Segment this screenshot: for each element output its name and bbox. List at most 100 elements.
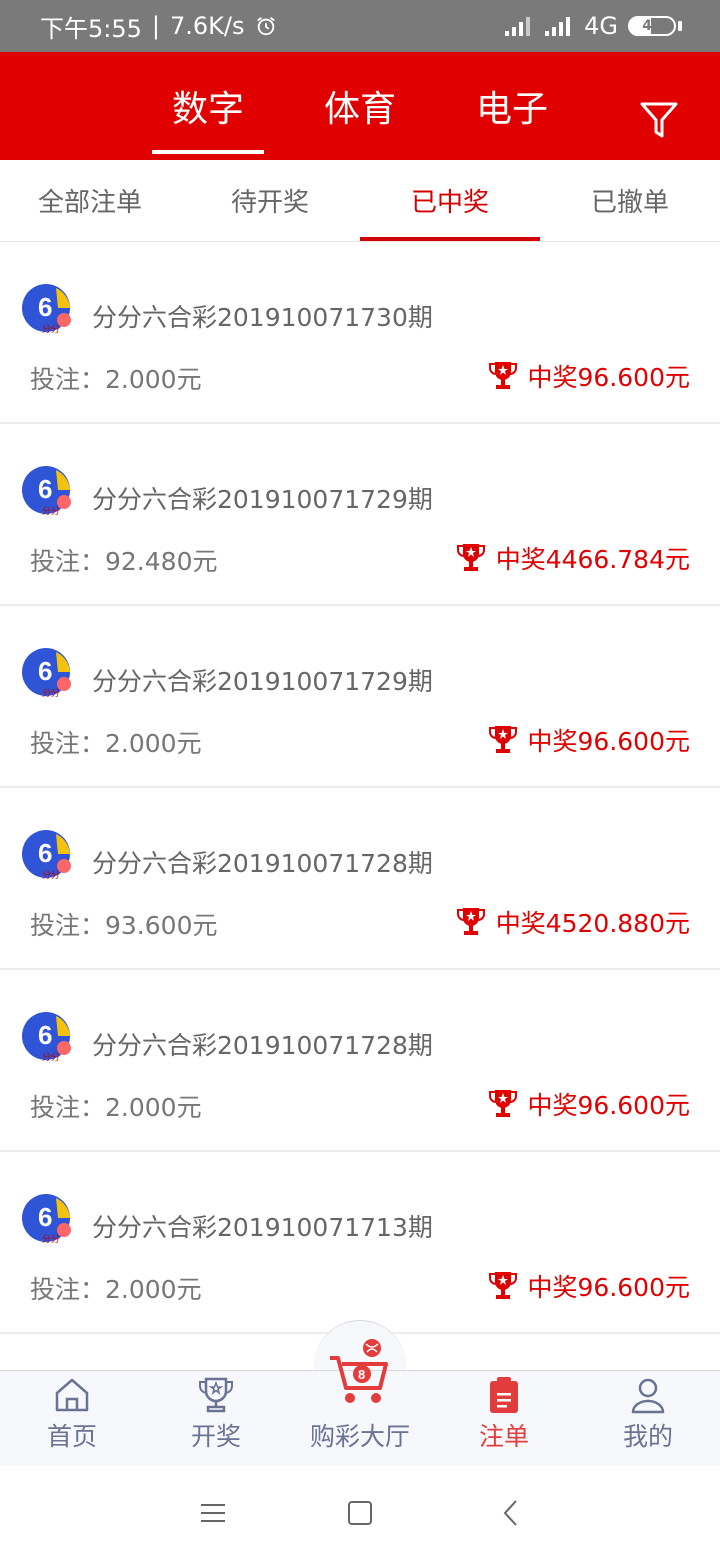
tab-digital[interactable]: 数字 bbox=[152, 52, 264, 160]
nav-home[interactable]: 首页 bbox=[0, 1371, 144, 1467]
user-icon bbox=[631, 1378, 665, 1414]
lottery-logo-icon: 6 分分 bbox=[22, 1012, 71, 1062]
svg-text:6: 6 bbox=[38, 1202, 52, 1232]
filter-icon[interactable] bbox=[640, 100, 678, 140]
bet-amount: 投注：2.000元 bbox=[30, 1093, 202, 1122]
svg-text:分分: 分分 bbox=[42, 324, 60, 334]
battery-icon: 48 bbox=[628, 16, 676, 36]
tab-label: 电子 bbox=[475, 89, 548, 130]
win-text: 中奖96.600元 bbox=[527, 727, 690, 756]
win-amount: 中奖4466.784元 bbox=[456, 540, 690, 576]
subtab-won[interactable]: 已中奖 bbox=[360, 160, 540, 241]
bet-amount: 投注：2.000元 bbox=[30, 1275, 202, 1304]
status-speed: 7.6K/s bbox=[170, 12, 245, 40]
system-nav-bar bbox=[0, 1466, 720, 1560]
bet-amount: 投注：93.600元 bbox=[30, 911, 218, 940]
svg-text:分分: 分分 bbox=[42, 688, 60, 698]
signal-icon bbox=[505, 17, 531, 36]
subtab-label: 待开奖 bbox=[230, 188, 309, 218]
order-item[interactable]: 6 分分 分分六合彩201910071728期 投注：93.600元 中奖452… bbox=[0, 788, 720, 970]
bet-amount: 投注：92.480元 bbox=[30, 547, 218, 576]
order-title: 分分六合彩201910071728期 bbox=[92, 849, 433, 878]
tab-electronic[interactable]: 电子 bbox=[456, 52, 568, 160]
svg-text:8: 8 bbox=[358, 1367, 365, 1382]
nav-label: 购彩大厅 bbox=[309, 1422, 410, 1451]
win-text: 中奖96.600元 bbox=[527, 363, 690, 392]
bet-amount: 投注：2.000元 bbox=[30, 365, 202, 394]
lottery-logo-icon: 6 分分 bbox=[22, 648, 71, 698]
order-item[interactable]: 6 分分 分分六合彩201910071728期 投注：2.000元 中奖96.6… bbox=[0, 970, 720, 1152]
order-title: 分分六合彩201910071729期 bbox=[92, 485, 433, 514]
status-separator: | bbox=[151, 12, 160, 40]
trophy-icon bbox=[488, 362, 517, 389]
tab-sports[interactable]: 体育 bbox=[304, 52, 416, 160]
win-amount: 中奖96.600元 bbox=[488, 1268, 690, 1304]
svg-text:分分: 分分 bbox=[42, 1234, 60, 1244]
win-text: 中奖96.600元 bbox=[527, 1091, 690, 1120]
trophy-icon bbox=[488, 726, 517, 753]
back-icon[interactable] bbox=[496, 1498, 526, 1528]
status-bar: 下午5:55 | 7.6K/s 4G 48 bbox=[0, 0, 720, 52]
svg-text:6: 6 bbox=[38, 292, 52, 322]
trophy-icon bbox=[488, 1272, 517, 1299]
svg-text:分分: 分分 bbox=[42, 1052, 60, 1062]
win-amount: 中奖4520.880元 bbox=[456, 904, 690, 940]
svg-text:6: 6 bbox=[38, 474, 52, 504]
win-amount: 中奖96.600元 bbox=[488, 358, 690, 394]
svg-text:6: 6 bbox=[38, 838, 52, 868]
clipboard-icon bbox=[490, 1377, 518, 1413]
svg-text:分分: 分分 bbox=[42, 870, 60, 880]
order-item[interactable]: 6 分分 分分六合彩201910071730期 投注：2.000元 中奖96.6… bbox=[0, 242, 720, 424]
network-type: 4G bbox=[584, 12, 618, 40]
nav-label: 注单 bbox=[478, 1422, 529, 1451]
subtab-label: 已撤单 bbox=[590, 188, 669, 218]
subtab-cancelled[interactable]: 已撤单 bbox=[540, 160, 720, 241]
nav-profile[interactable]: 我的 bbox=[576, 1371, 720, 1467]
subtab-all-orders[interactable]: 全部注单 bbox=[0, 160, 180, 241]
order-list: 6 分分 分分六合彩201910071730期 投注：2.000元 中奖96.6… bbox=[0, 242, 720, 1334]
svg-text:分分: 分分 bbox=[42, 506, 60, 516]
battery-tip bbox=[678, 21, 682, 31]
status-time: 下午5:55 bbox=[40, 14, 142, 43]
top-header: 数字 体育 电子 bbox=[0, 52, 720, 160]
win-amount: 中奖96.600元 bbox=[488, 722, 690, 758]
svg-text:6: 6 bbox=[38, 1020, 52, 1050]
trophy-icon bbox=[456, 908, 485, 935]
bet-amount: 投注：2.000元 bbox=[30, 729, 202, 758]
trophy-outline-icon bbox=[199, 1377, 233, 1413]
subtab-label: 已中奖 bbox=[410, 188, 489, 218]
cart-icon[interactable]: 8 bbox=[328, 1336, 392, 1406]
trophy-icon bbox=[456, 544, 485, 571]
win-text: 中奖96.600元 bbox=[527, 1273, 690, 1302]
win-text: 中奖4520.880元 bbox=[495, 909, 690, 938]
lottery-logo-icon: 6 分分 bbox=[22, 466, 71, 516]
menu-icon[interactable] bbox=[198, 1498, 228, 1528]
subtab-pending[interactable]: 待开奖 bbox=[180, 160, 360, 241]
order-item[interactable]: 6 分分 分分六合彩201910071713期 投注：2.000元 中奖96.6… bbox=[0, 1152, 720, 1334]
home-square-icon[interactable] bbox=[345, 1498, 375, 1528]
win-amount: 中奖96.600元 bbox=[488, 1086, 690, 1122]
home-icon bbox=[55, 1378, 89, 1412]
order-item[interactable]: 6 分分 分分六合彩201910071729期 投注：92.480元 中奖446… bbox=[0, 424, 720, 606]
tab-label: 数字 bbox=[171, 89, 244, 130]
alarm-icon bbox=[256, 17, 275, 36]
order-title: 分分六合彩201910071730期 bbox=[92, 303, 433, 332]
order-item[interactable]: 6 分分 分分六合彩201910071729期 投注：2.000元 中奖96.6… bbox=[0, 606, 720, 788]
svg-text:6: 6 bbox=[38, 656, 52, 686]
tab-label: 体育 bbox=[323, 89, 396, 130]
nav-label: 开奖 bbox=[190, 1422, 241, 1451]
subtab-label: 全部注单 bbox=[37, 188, 142, 218]
lottery-logo-icon: 6 分分 bbox=[22, 830, 71, 880]
order-title: 分分六合彩201910071729期 bbox=[92, 667, 433, 696]
lottery-logo-icon: 6 分分 bbox=[22, 1194, 71, 1244]
trophy-icon bbox=[488, 1090, 517, 1117]
battery-level: 48 bbox=[642, 18, 662, 34]
nav-draw-results[interactable]: 开奖 bbox=[144, 1371, 288, 1467]
signal-hd-icon bbox=[545, 17, 571, 36]
order-title: 分分六合彩201910071728期 bbox=[92, 1031, 433, 1060]
order-status-tabs: 全部注单 待开奖 已中奖 已撤单 bbox=[0, 160, 720, 242]
order-title: 分分六合彩201910071713期 bbox=[92, 1213, 433, 1242]
nav-label: 首页 bbox=[46, 1422, 97, 1451]
nav-orders[interactable]: 注单 bbox=[432, 1371, 576, 1467]
lottery-logo-icon: 6 分分 bbox=[22, 284, 71, 334]
